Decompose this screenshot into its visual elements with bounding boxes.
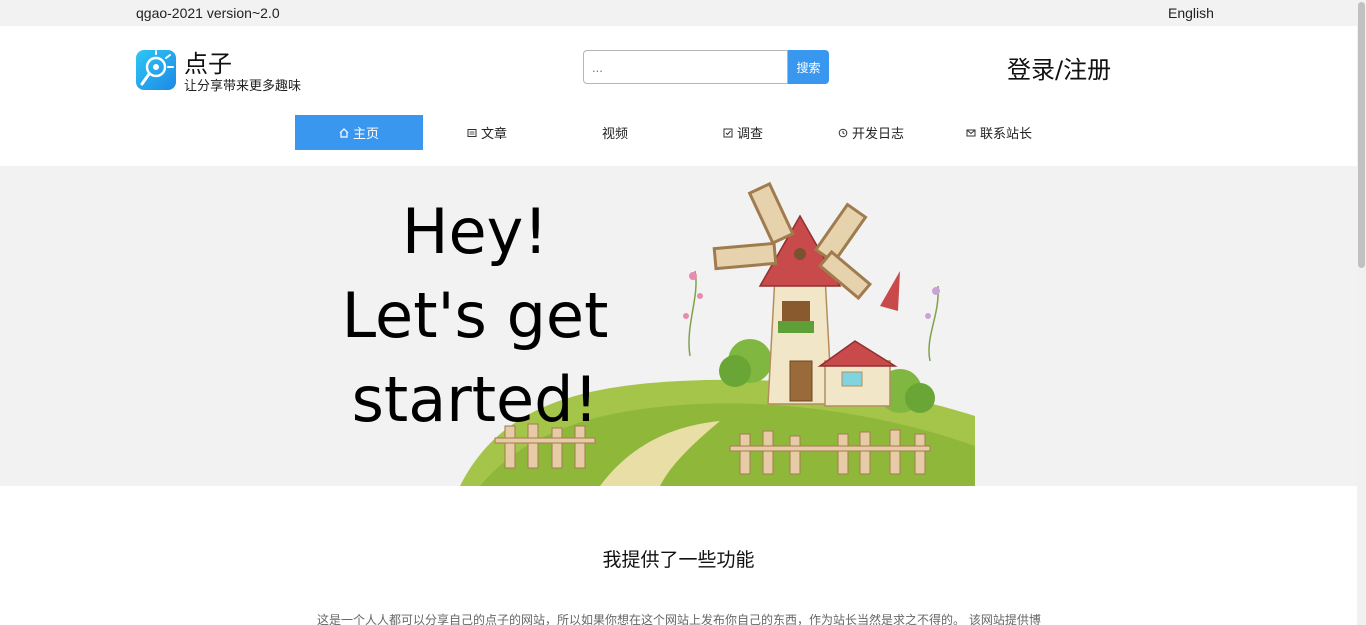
nav-item-videos[interactable]: 视频 <box>551 115 679 150</box>
nav-item-contact[interactable]: 联系站长 <box>935 115 1063 150</box>
intro-paragraph: 这是一个人人都可以分享自己的点子的网站，所以如果你想在这个网站上发布你自己的东西… <box>317 613 1041 625</box>
nav-item-label: 文章 <box>480 127 507 142</box>
hero-line-2: Let's get <box>341 279 609 352</box>
hero-line-1: Hey! <box>401 195 549 268</box>
nav-item-label: 调查 <box>736 127 763 142</box>
main-nav: 主页 文章 视频 调查 开发日志 联系站长 <box>295 115 1063 150</box>
nav-item-devlog[interactable]: 开发日志 <box>807 115 935 150</box>
article-icon <box>467 128 477 138</box>
version-text: qgao-2021 version~2.0 <box>136 5 280 21</box>
site-title[interactable]: 点子 <box>184 44 232 79</box>
home-icon <box>339 127 349 138</box>
site-slogan: 让分享带来更多趣味 <box>184 79 302 94</box>
nav-item-label: 开发日志 <box>851 127 904 142</box>
survey-icon <box>723 128 733 138</box>
features-heading: 我提供了一些功能 <box>602 549 755 571</box>
scrollbar-thumb[interactable] <box>1358 2 1365 268</box>
mail-icon <box>966 128 976 138</box>
language-switch-link[interactable]: English <box>1168 5 1214 21</box>
hero-headline: Hey! Let's get started! <box>330 190 620 442</box>
nav-item-articles[interactable]: 文章 <box>423 115 551 150</box>
nav-item-label: 主页 <box>352 127 379 142</box>
search-button[interactable]: 搜索 <box>788 50 829 84</box>
nav-item-label: 视频 <box>601 127 628 142</box>
hero-banner: Hey! Let's get started! <box>0 166 1357 486</box>
nav-item-survey[interactable]: 调查 <box>679 115 807 150</box>
nav-item-label: 联系站长 <box>979 127 1032 142</box>
page-scrollbar[interactable] <box>1357 0 1366 625</box>
login-register-link[interactable]: 登录/注册 <box>1007 50 1111 85</box>
hero-line-3: started! <box>351 363 599 436</box>
nav-item-home[interactable]: 主页 <box>295 115 423 150</box>
search-input[interactable] <box>583 50 788 84</box>
history-icon <box>838 128 848 138</box>
lightbulb-icon[interactable] <box>136 50 176 90</box>
